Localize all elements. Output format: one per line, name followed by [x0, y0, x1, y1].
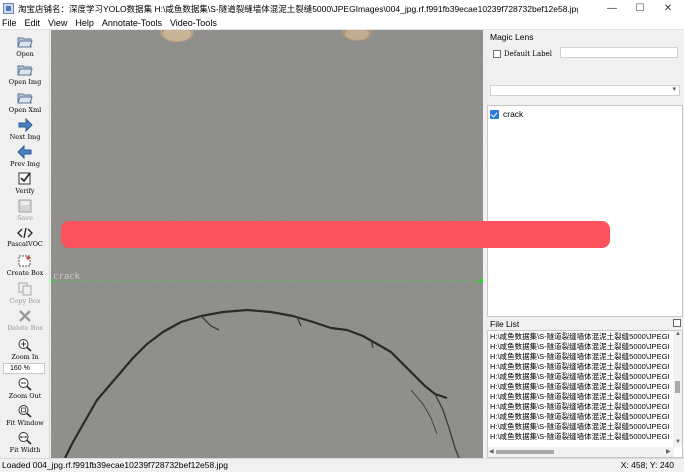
tool-label: Open Xml — [8, 106, 42, 114]
zoom-out-icon — [18, 378, 32, 391]
next-img-button[interactable]: Next Img — [0, 116, 50, 142]
open-img-button[interactable]: Open Img — [0, 61, 50, 87]
tool-label: Zoom Out — [8, 392, 42, 400]
scroll-left-icon[interactable]: ◀ — [489, 448, 494, 455]
checkbox-icon — [18, 172, 31, 185]
menu-view[interactable]: View — [44, 17, 71, 30]
menu-annotate-tools[interactable]: Annotate-Tools — [98, 17, 166, 30]
verify-button[interactable]: Verify — [0, 170, 50, 196]
zoom-value-field[interactable]: 160 % — [3, 363, 45, 374]
file-list-item[interactable]: H:\咸鱼数据集\S-隧道裂缝墙体混泥土裂缝5000\JPEGI — [490, 332, 673, 342]
close-button[interactable]: ✕ — [654, 0, 682, 17]
file-list-item[interactable]: H:\咸鱼数据集\S-隧道裂缝墙体混泥土裂缝5000\JPEGI — [490, 372, 673, 382]
tool-label: Next Img — [9, 133, 41, 141]
status-bar: Loaded 004_jpg.rf.f991fb39ecae10239f7287… — [0, 458, 684, 472]
delete-box-icon — [19, 310, 31, 322]
bounding-box-edge[interactable] — [51, 281, 483, 282]
file-list-horizontal-scrollbar[interactable]: ◀ ▶ — [488, 447, 674, 457]
tool-label: PascalVOC — [7, 240, 43, 248]
copy-box-button[interactable]: Copy Box — [0, 280, 50, 306]
create-box-button[interactable]: Create Box — [0, 252, 50, 278]
app-icon — [3, 3, 14, 14]
zoom-in-button[interactable]: Zoom In — [0, 336, 50, 362]
menu-help[interactable]: Help — [71, 17, 98, 30]
default-label-text: Default Label — [504, 50, 552, 58]
file-list-item[interactable]: H:\咸鱼数据集\S-隧道裂缝墙体混泥土裂缝5000\JPEGI — [490, 392, 673, 402]
folder-open-icon — [17, 93, 33, 104]
delete-box-button[interactable]: Delete Box — [0, 307, 50, 333]
menu-edit[interactable]: Edit — [21, 17, 45, 30]
bbox-handle-left[interactable] — [51, 279, 53, 283]
folder-open-icon — [17, 65, 33, 76]
tool-label: Create Box — [6, 269, 44, 277]
fit-window-icon — [18, 405, 32, 418]
file-list-item[interactable]: H:\咸鱼数据集\S-隧道裂缝墙体混泥土裂缝5000\JPEGI — [490, 402, 673, 412]
horizontal-scroll-thumb[interactable] — [496, 450, 554, 454]
file-list-title: File List — [487, 318, 683, 330]
tool-label: Save — [17, 214, 33, 222]
file-list-item[interactable]: H:\咸鱼数据集\S-隧道裂缝墙体混泥土裂缝5000\JPEGI — [490, 412, 673, 422]
save-icon — [18, 199, 32, 213]
tool-label: Zoom In — [11, 353, 39, 361]
file-list-item[interactable]: H:\咸鱼数据集\S-隧道裂缝墙体混泥土裂缝5000\JPEGI — [490, 422, 673, 432]
label-list: crack — [487, 105, 683, 317]
menu-file[interactable]: File — [0, 17, 21, 30]
chevron-down-icon: ▾ — [672, 86, 676, 93]
redaction-bar — [61, 221, 610, 248]
scroll-down-icon[interactable]: ▼ — [675, 439, 681, 445]
file-list-item[interactable]: H:\咸鱼数据集\S-隧道裂缝墙体混泥土裂缝5000\JPEGI — [490, 382, 673, 392]
file-list-item[interactable]: H:\咸鱼数据集\S-隧道裂缝墙体混泥土裂缝5000\JPEGI — [490, 352, 673, 362]
menu-bar: File Edit View Help Annotate-Tools Video… — [0, 17, 684, 30]
prev-img-button[interactable]: Prev Img — [0, 143, 50, 169]
magic-lens-panel: Default Label ▾ — [487, 42, 684, 102]
fit-width-icon — [18, 432, 32, 445]
minimize-button[interactable]: — — [598, 0, 626, 17]
file-list-item[interactable]: H:\咸鱼数据集\S-隧道裂缝墙体混泥土裂缝5000\JPEGI — [490, 362, 673, 372]
tool-label: Copy Box — [9, 297, 41, 305]
title-bar: 淘宝店铺名：深度学习YOLO数据集 H:\咸鱼数据集\S-隧道裂缝墙体混泥土裂缝… — [0, 0, 684, 17]
default-label-checkbox[interactable] — [493, 50, 501, 58]
copy-box-icon — [18, 282, 32, 296]
file-list-vertical-scrollbar[interactable]: ▲ ▼ — [673, 331, 682, 447]
code-icon — [17, 227, 33, 239]
label-item-crack[interactable]: crack — [490, 109, 523, 119]
label-combo-box[interactable]: ▾ — [490, 85, 680, 96]
zoom-out-button[interactable]: Zoom Out — [0, 375, 50, 401]
tool-bar: Open Open Img Open Xml Next Img Prev Img… — [0, 30, 50, 458]
open-xml-button[interactable]: Open Xml — [0, 89, 50, 115]
cursor-coordinates: X: 458; Y: 240 — [620, 460, 674, 470]
scroll-right-icon[interactable]: ▶ — [666, 448, 671, 455]
pascalvoc-button[interactable]: PascalVOC — [0, 225, 50, 251]
undock-icon[interactable] — [673, 319, 681, 327]
window-title: 淘宝店铺名：深度学习YOLO数据集 H:\咸鱼数据集\S-隧道裂缝墙体混泥土裂缝… — [18, 3, 578, 14]
tool-label: Fit Window — [6, 419, 44, 427]
default-label-input[interactable] — [560, 47, 678, 58]
tool-label: Verify — [15, 187, 35, 195]
scroll-up-icon[interactable]: ▲ — [675, 331, 681, 337]
tool-label: Fit Width — [9, 446, 41, 454]
file-list: H:\咸鱼数据集\S-隧道裂缝墙体混泥土裂缝5000\JPEGI H:\咸鱼数据… — [487, 330, 683, 458]
bounding-box-label: crack — [53, 272, 81, 282]
tool-label: Delete Box — [7, 324, 43, 332]
tool-label: Open — [16, 50, 34, 58]
folder-open-icon — [17, 37, 33, 48]
vertical-scroll-thumb[interactable] — [675, 381, 680, 393]
fit-window-button[interactable]: Fit Window — [0, 402, 50, 428]
zoom-in-icon — [18, 339, 32, 352]
tool-label: Prev Img — [10, 160, 40, 168]
maximize-button[interactable]: ☐ — [626, 0, 654, 17]
file-list-item[interactable]: H:\咸鱼数据集\S-隧道裂缝墙体混泥土裂缝5000\JPEGI — [490, 342, 673, 352]
arrow-left-icon — [17, 145, 32, 159]
tool-label: Open Img — [8, 78, 42, 86]
label-checkbox[interactable] — [490, 109, 499, 119]
save-button[interactable]: Save — [0, 197, 50, 223]
label-text: crack — [503, 109, 524, 119]
fit-width-button[interactable]: Fit Width — [0, 429, 50, 455]
status-message: Loaded 004_jpg.rf.f991fb39ecae10239f7287… — [2, 460, 228, 470]
menu-video-tools[interactable]: Video-Tools — [166, 17, 221, 30]
file-list-item[interactable]: H:\咸鱼数据集\S-隧道裂缝墙体混泥土裂缝5000\JPEGI — [490, 432, 673, 442]
arrow-right-icon — [18, 118, 33, 132]
create-box-icon — [18, 255, 31, 267]
open-button[interactable]: Open — [0, 33, 50, 59]
